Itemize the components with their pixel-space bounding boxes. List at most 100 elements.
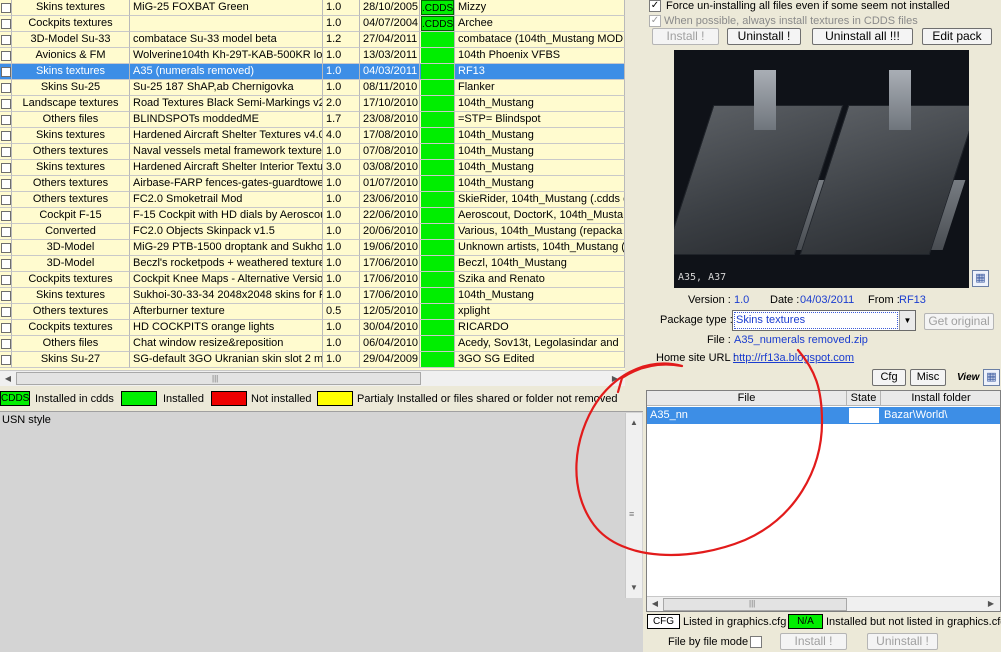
row-checkbox[interactable] (1, 83, 11, 93)
row-checkbox-cell[interactable] (0, 80, 12, 96)
table-row[interactable]: Others textures Naval vessels metal frame… (0, 144, 625, 160)
scroll-down-icon[interactable]: ▼ (628, 582, 640, 594)
row-checkbox[interactable] (1, 163, 11, 173)
row-checkbox-cell[interactable] (0, 192, 12, 208)
row-checkbox[interactable] (1, 211, 11, 221)
uninstall-button[interactable]: Uninstall ! (727, 28, 801, 45)
view-grid-icon[interactable]: ▦ (983, 369, 1000, 386)
table-row[interactable]: 3D-Model Beczl's rocketpods + weathered t… (0, 256, 625, 272)
row-checkbox-cell[interactable] (0, 96, 12, 112)
row-checkbox-cell[interactable] (0, 304, 12, 320)
table-row[interactable]: Others textures FC2.0 Smoketrail Mod 1.0 23… (0, 192, 625, 208)
install-button[interactable]: Install ! (652, 28, 719, 45)
row-checkbox-cell[interactable] (0, 32, 12, 48)
table-row[interactable]: Cockpit F-15 F-15 Cockpit with HD dials b… (0, 208, 625, 224)
row-checkbox-cell[interactable] (0, 176, 12, 192)
row-checkbox-cell[interactable] (0, 64, 12, 80)
row-checkbox-cell[interactable] (0, 144, 12, 160)
file-by-file-checkbox[interactable] (750, 636, 762, 648)
table-row[interactable]: Cockpits textures 1.0 04/07/2004 .CDDS Arche… (0, 16, 625, 32)
row-checkbox[interactable] (1, 35, 11, 45)
table-row[interactable]: Others textures Afterburner texture 0.5 12/… (0, 304, 625, 320)
file-list[interactable]: File State Install folder A35_nn Bazar\W… (646, 390, 1001, 612)
row-checkbox-cell[interactable] (0, 240, 12, 256)
description-panel[interactable]: USN style (0, 411, 643, 652)
table-horizontal-scrollbar[interactable]: ◀ ||| ▶ (0, 370, 625, 386)
row-checkbox[interactable] (1, 291, 11, 301)
table-row[interactable]: 3D-Model Su-33 combatace Su-33 model beta… (0, 32, 625, 48)
file-list-scrollbar[interactable]: ◀ ||| ▶ (647, 596, 1000, 611)
row-checkbox[interactable] (1, 19, 11, 29)
force-uninstall-checkbox[interactable]: ✓ (649, 0, 661, 12)
row-checkbox-cell[interactable] (0, 288, 12, 304)
edit-pack-button[interactable]: Edit pack (922, 28, 992, 45)
row-checkbox-cell[interactable] (0, 160, 12, 176)
table-row[interactable]: Skins textures Sukhoi-30-33-34 2048x2048 … (0, 288, 625, 304)
table-row[interactable]: Skins textures Hardened Aircraft Shelter … (0, 160, 625, 176)
table-row[interactable]: Skins textures Hardened Aircraft Shelter … (0, 128, 625, 144)
table-row[interactable]: Skins textures A35 (numerals removed) 1.0 0… (0, 64, 625, 80)
row-checkbox-cell[interactable] (0, 16, 12, 32)
row-checkbox[interactable] (1, 179, 11, 189)
table-row[interactable]: 3D-Model MiG-29 PTB-1500 droptank and Suk… (0, 240, 625, 256)
scroll-left-icon[interactable]: ◀ (2, 373, 14, 385)
get-original-button[interactable]: Get original (924, 313, 994, 330)
cdds-install-checkbox[interactable]: ✓ (649, 15, 661, 27)
table-row[interactable]: Converted FC2.0 Objects Skinpack v1.5 1.0 2… (0, 224, 625, 240)
file-install-button[interactable]: Install ! (780, 633, 847, 650)
row-checkbox[interactable] (1, 259, 11, 269)
row-checkbox-cell[interactable] (0, 224, 12, 240)
row-checkbox[interactable] (1, 131, 11, 141)
row-checkbox-cell[interactable] (0, 0, 12, 16)
cfg-button[interactable]: Cfg (872, 369, 906, 386)
package-type-select[interactable]: Skins textures ▼ (732, 310, 916, 331)
table-row[interactable]: Skins Su-25 Su-25 187 ShAP,ab Chernigovka… (0, 80, 625, 96)
table-row[interactable]: Cockpits textures HD COCKPITS orange lig… (0, 320, 625, 336)
row-checkbox-cell[interactable] (0, 128, 12, 144)
row-checkbox[interactable] (1, 227, 11, 237)
column-header-file[interactable]: File (647, 391, 847, 406)
scroll-thumb[interactable]: ||| (663, 598, 847, 611)
table-row[interactable]: Cockpits textures Cockpit Knee Maps - Alt… (0, 272, 625, 288)
file-uninstall-button[interactable]: Uninstall ! (867, 633, 938, 650)
row-checkbox[interactable] (1, 339, 11, 349)
scroll-left-icon[interactable]: ◀ (649, 598, 661, 610)
row-checkbox[interactable] (1, 147, 11, 157)
column-header-install-folder[interactable]: Install folder (881, 391, 1000, 406)
description-vertical-scrollbar[interactable]: ▲ ≡ ▼ (625, 413, 642, 598)
row-checkbox[interactable] (1, 115, 11, 125)
row-checkbox[interactable] (1, 323, 11, 333)
table-row[interactable]: Others textures Airbase-FARP fences-gates… (0, 176, 625, 192)
home-url-link[interactable]: http://rf13a.blogspot.com (733, 352, 854, 364)
row-checkbox-cell[interactable] (0, 256, 12, 272)
row-checkbox[interactable] (1, 67, 11, 77)
row-checkbox[interactable] (1, 355, 11, 365)
row-checkbox-cell[interactable] (0, 208, 12, 224)
row-checkbox-cell[interactable] (0, 112, 12, 128)
table-row[interactable]: Skins textures MiG-25 FOXBAT Green 1.0 28/1… (0, 0, 625, 16)
row-checkbox-cell[interactable] (0, 48, 12, 64)
file-row[interactable]: A35_nn Bazar\World\ (647, 407, 1000, 424)
row-checkbox-cell[interactable] (0, 336, 12, 352)
table-row[interactable]: Others files Chat window resize&repositio… (0, 336, 625, 352)
row-checkbox[interactable] (1, 51, 11, 61)
column-header-state[interactable]: State (847, 391, 881, 406)
table-row[interactable]: Others files BLINDSPOTs moddedME 1.7 23/08/… (0, 112, 625, 128)
row-checkbox-cell[interactable] (0, 320, 12, 336)
row-checkbox[interactable] (1, 307, 11, 317)
row-checkbox[interactable] (1, 243, 11, 253)
expand-preview-icon[interactable]: ▦ (972, 270, 989, 287)
uninstall-all-button[interactable]: Uninstall all !!! (812, 28, 913, 45)
table-row[interactable]: Landscape textures Road Textures Black Se… (0, 96, 625, 112)
chevron-down-icon[interactable]: ▼ (899, 311, 915, 330)
row-checkbox[interactable] (1, 195, 11, 205)
scroll-thumb[interactable]: ||| (16, 372, 421, 385)
scroll-right-icon[interactable]: ▶ (609, 373, 621, 385)
row-checkbox-cell[interactable] (0, 272, 12, 288)
table-row[interactable]: Skins Su-27 SG-default 3GO Ukranian skin … (0, 352, 625, 368)
row-checkbox[interactable] (1, 99, 11, 109)
table-row[interactable]: Avionics & FM Wolverine104th Kh-29T-KAB-5… (0, 48, 625, 64)
row-checkbox[interactable] (1, 3, 11, 13)
misc-button[interactable]: Misc (910, 369, 946, 386)
scroll-right-icon[interactable]: ▶ (985, 598, 997, 610)
